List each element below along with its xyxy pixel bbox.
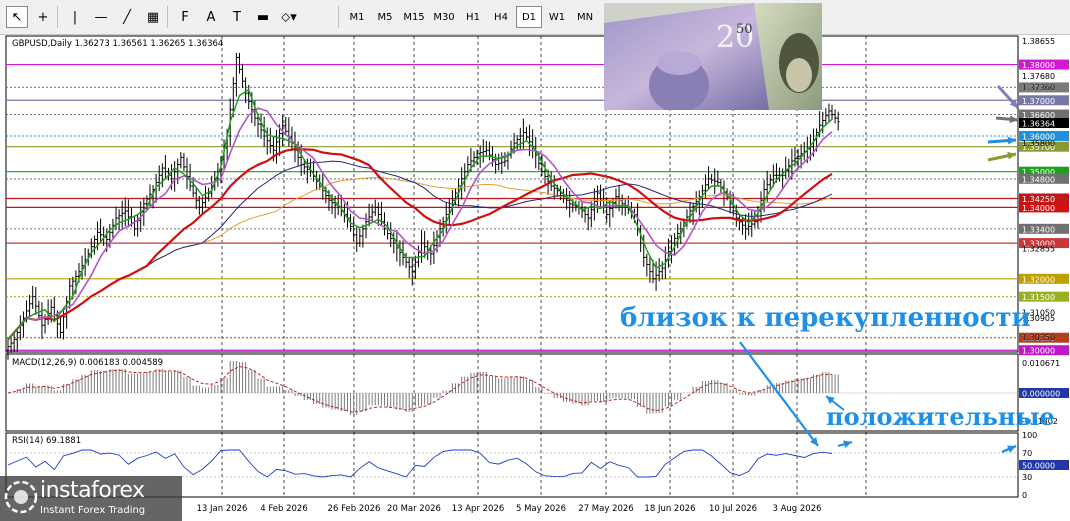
- trendline-icon[interactable]: ╱: [116, 6, 138, 28]
- logo-mark-icon: [4, 480, 38, 514]
- price-axis-label: 1.30350: [1022, 334, 1055, 343]
- price-axis-label: 1.38655: [1022, 37, 1055, 46]
- x-tick-label: 18 Jun 2026: [644, 504, 695, 514]
- macd-histogram: [16, 361, 839, 416]
- price-axis-label: 1.35800: [1022, 139, 1055, 148]
- level-label: 1.37000: [1022, 97, 1055, 106]
- price-axis-label: 1.37680: [1022, 72, 1055, 81]
- macd-axis-label: 0.010671: [1022, 359, 1060, 368]
- horizontal-line-icon[interactable]: —: [90, 6, 112, 28]
- arrows-icon[interactable]: ⬦▾: [278, 6, 300, 28]
- x-tick-label: 10 Jul 2026: [709, 504, 757, 514]
- x-tick-label: 27 May 2026: [578, 504, 633, 514]
- level-label: 1.32000: [1022, 275, 1055, 284]
- timeframe-m5[interactable]: M5: [372, 6, 398, 28]
- x-tick-label: 26 Feb 2026: [328, 504, 381, 514]
- overbought-annotation: близок к перекупленности: [620, 303, 1031, 333]
- macd-axis-label: 0.000000: [1022, 390, 1060, 399]
- timeframe-d1[interactable]: D1: [516, 6, 542, 28]
- x-tick-label: 13 Apr 2026: [452, 504, 505, 514]
- level-label: 1.34800: [1022, 175, 1055, 184]
- toolbar-separator: [57, 6, 58, 28]
- level-label: 1.31500: [1022, 293, 1055, 302]
- rsi-axis-label: 50.0000: [1022, 462, 1055, 471]
- timeframe-m15[interactable]: M15: [400, 6, 428, 28]
- positive-annotation: положительные: [826, 402, 1055, 431]
- fibonacci-icon[interactable]: F: [174, 6, 196, 28]
- rsi-axis-label: 100: [1022, 431, 1037, 440]
- toolbar: ↖ + | — ╱ ▦ F A T ▬ ⬦▾ M1 M5 M15 M30 H1 H4 D1 W1 MN: [0, 0, 1070, 35]
- rsi-axis-label: 0: [1022, 491, 1027, 500]
- rsi-line: [7, 449, 833, 478]
- level-label: 1.38000: [1022, 61, 1055, 70]
- x-tick-label: 4 Feb 2026: [260, 504, 308, 514]
- cursor-icon[interactable]: ↖: [6, 6, 28, 28]
- vertical-line-icon[interactable]: |: [64, 6, 86, 28]
- x-tick-label: 20 Mar 2026: [387, 504, 441, 514]
- label-icon[interactable]: T: [226, 6, 248, 28]
- timeframe-h1[interactable]: H1: [460, 6, 486, 28]
- last-price-label: 1.36364: [1022, 119, 1055, 128]
- x-tick-label: 13 Jan 2026: [197, 504, 248, 514]
- level-label: 1.34000: [1022, 204, 1055, 213]
- toolbar-separator: [167, 6, 168, 28]
- level-arrow-1360-head: [1007, 136, 1016, 145]
- timeframe-w1[interactable]: W1: [544, 6, 570, 28]
- timeframe-h4[interactable]: H4: [488, 6, 514, 28]
- price-axis-label: 1.37360: [1022, 83, 1055, 92]
- instaforex-logo: instaforex Instant Forex Trading: [2, 478, 180, 518]
- price-axis-label: 1.32855: [1022, 244, 1055, 253]
- x-tick-label: 5 May 2026: [516, 504, 566, 514]
- toolbar-separator: [338, 6, 339, 28]
- x-tick-label: 3 Aug 2026: [772, 504, 821, 514]
- banknotes-photo: 20 50: [604, 3, 822, 110]
- logo-tagline: Instant Forex Trading: [40, 505, 146, 516]
- svg-text:50: 50: [736, 22, 753, 37]
- level-arrow-1366-head: [1009, 115, 1018, 124]
- macd-header: MACD(12,26,9) 0.006183 0.004589: [12, 358, 163, 368]
- timeframe-mn[interactable]: MN: [572, 6, 598, 28]
- rectangle-icon[interactable]: ▬: [252, 6, 274, 28]
- rsi-axis-label: 30: [1022, 473, 1032, 482]
- crosshair-icon[interactable]: +: [32, 6, 54, 28]
- level-label: 1.30000: [1022, 347, 1055, 356]
- rsi-header: RSI(14) 69.1881: [12, 436, 81, 446]
- symbol-header: GBPUSD,Daily 1.36273 1.36561 1.36265 1.3…: [12, 39, 223, 49]
- timeframe-m1[interactable]: M1: [344, 6, 370, 28]
- timeframe-m30[interactable]: M30: [430, 6, 458, 28]
- level-label: 1.33400: [1022, 225, 1055, 234]
- price-chart: 13 Jan 2026 4 Feb 2026 26 Feb 2026 20 Mar 2…: [0, 35, 1069, 521]
- channel-icon[interactable]: ▦: [142, 6, 164, 28]
- rsi-axis-label: 70: [1022, 449, 1032, 458]
- text-icon[interactable]: A: [200, 6, 222, 28]
- logo-name: instaforex: [40, 478, 145, 503]
